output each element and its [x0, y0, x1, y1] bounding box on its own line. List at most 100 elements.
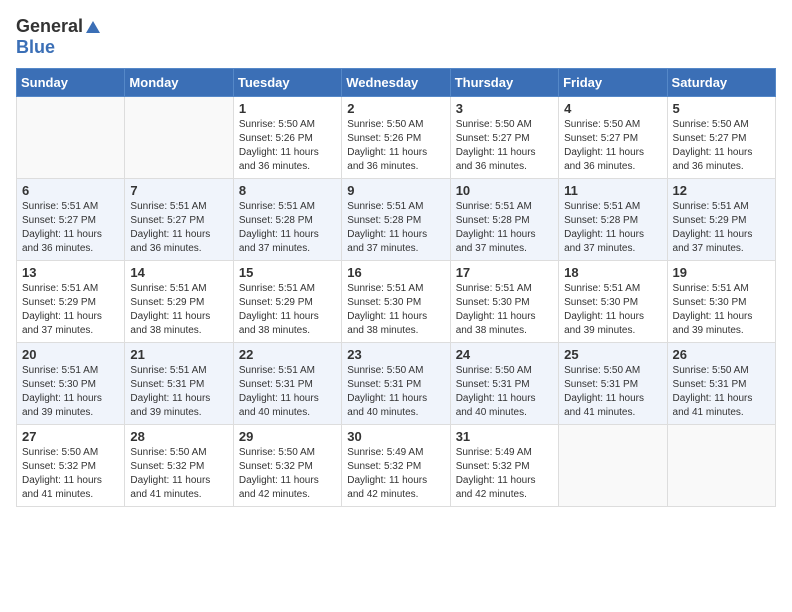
day-detail: Sunrise: 5:51 AMSunset: 5:30 PMDaylight:… [673, 282, 770, 338]
day-cell: 20Sunrise: 5:51 AMSunset: 5:30 PMDayligh… [17, 343, 125, 425]
day-number: 1 [239, 101, 336, 116]
day-cell: 23 Sunrise: 5:50 AMSunset: 5:31 PMDayligh… [342, 343, 450, 425]
day-number: 9 [347, 183, 444, 198]
calendar-table: SundayMondayTuesdayWednesdayThursdayFrid… [16, 68, 776, 507]
day-number: 21 [130, 347, 227, 362]
day-detail: Sunrise: 5:51 AMSunset: 5:29 PMDaylight:… [130, 282, 227, 338]
day-detail: Sunrise: 5:51 AMSunset: 5:30 PMDaylight:… [456, 282, 553, 338]
week-row-2: 6 Sunrise: 5:51 AMSunset: 5:27 PMDaylight… [17, 179, 776, 261]
day-number: 24 [456, 347, 553, 362]
day-number: 19 [673, 265, 770, 280]
weekday-header-row: SundayMondayTuesdayWednesdayThursdayFrid… [17, 69, 776, 97]
day-number: 18 [564, 265, 661, 280]
day-cell: 16 Sunrise: 5:51 AMSunset: 5:30 PMDayligh… [342, 261, 450, 343]
day-number: 17 [456, 265, 553, 280]
day-number: 15 [239, 265, 336, 280]
day-number: 2 [347, 101, 444, 116]
day-detail: Sunrise: 5:51 AMSunset: 5:28 PMDaylight:… [564, 200, 661, 256]
logo: General Blue [16, 16, 103, 58]
day-detail: Sunrise: 5:50 AMSunset: 5:31 PMDaylight:… [564, 364, 661, 420]
day-number: 13 [22, 265, 119, 280]
day-cell [125, 97, 233, 179]
week-row-4: 20Sunrise: 5:51 AMSunset: 5:30 PMDayligh… [17, 343, 776, 425]
day-cell: 5Sunrise: 5:50 AMSunset: 5:27 PMDaylight… [667, 97, 775, 179]
day-cell: 21 Sunrise: 5:51 AMSunset: 5:31 PMDayligh… [125, 343, 233, 425]
day-number: 6 [22, 183, 119, 198]
day-cell: 15 Sunrise: 5:51 AMSunset: 5:29 PMDayligh… [233, 261, 341, 343]
day-cell: 18Sunrise: 5:51 AMSunset: 5:30 PMDayligh… [559, 261, 667, 343]
day-detail: Sunrise: 5:50 AMSunset: 5:31 PMDaylight:… [347, 364, 444, 420]
day-number: 4 [564, 101, 661, 116]
day-number: 27 [22, 429, 119, 444]
day-number: 23 [347, 347, 444, 362]
day-number: 28 [130, 429, 227, 444]
weekday-sunday: Sunday [17, 69, 125, 97]
page-header: General Blue [16, 16, 776, 58]
logo-text: General Blue [16, 16, 103, 58]
day-number: 8 [239, 183, 336, 198]
day-detail: Sunrise: 5:50 AMSunset: 5:27 PMDaylight:… [564, 118, 661, 174]
day-detail: Sunrise: 5:50 AMSunset: 5:32 PMDaylight:… [130, 446, 227, 502]
weekday-tuesday: Tuesday [233, 69, 341, 97]
week-row-1: 1 Sunrise: 5:50 AMSunset: 5:26 PMDaylight… [17, 97, 776, 179]
day-detail: Sunrise: 5:51 AMSunset: 5:27 PMDaylight:… [130, 200, 227, 256]
day-detail: Sunrise: 5:51 AMSunset: 5:28 PMDaylight:… [239, 200, 336, 256]
day-cell: 3Sunrise: 5:50 AMSunset: 5:27 PMDaylight… [450, 97, 558, 179]
day-cell: 12Sunrise: 5:51 AMSunset: 5:29 PMDayligh… [667, 179, 775, 261]
day-number: 30 [347, 429, 444, 444]
day-detail: Sunrise: 5:51 AMSunset: 5:28 PMDaylight:… [347, 200, 444, 256]
day-detail: Sunrise: 5:51 AMSunset: 5:30 PMDaylight:… [347, 282, 444, 338]
day-cell: 25 Sunrise: 5:50 AMSunset: 5:31 PMDayligh… [559, 343, 667, 425]
day-cell: 11 Sunrise: 5:51 AMSunset: 5:28 PMDayligh… [559, 179, 667, 261]
day-cell: 31 Sunrise: 5:49 AMSunset: 5:32 PMDayligh… [450, 425, 558, 507]
day-cell: 1 Sunrise: 5:50 AMSunset: 5:26 PMDaylight… [233, 97, 341, 179]
logo-blue: Blue [16, 37, 55, 57]
day-cell: 6 Sunrise: 5:51 AMSunset: 5:27 PMDaylight… [17, 179, 125, 261]
day-number: 12 [673, 183, 770, 198]
day-detail: Sunrise: 5:49 AMSunset: 5:32 PMDaylight:… [456, 446, 553, 502]
day-cell: 9 Sunrise: 5:51 AMSunset: 5:28 PMDaylight… [342, 179, 450, 261]
day-detail: Sunrise: 5:50 AMSunset: 5:27 PMDaylight:… [673, 118, 770, 174]
day-detail: Sunrise: 5:50 AMSunset: 5:31 PMDaylight:… [456, 364, 553, 420]
day-detail: Sunrise: 5:51 AMSunset: 5:29 PMDaylight:… [22, 282, 119, 338]
day-detail: Sunrise: 5:50 AMSunset: 5:31 PMDaylight:… [673, 364, 770, 420]
day-cell: 26 Sunrise: 5:50 AMSunset: 5:31 PMDayligh… [667, 343, 775, 425]
logo-icon [84, 19, 102, 37]
day-cell: 10Sunrise: 5:51 AMSunset: 5:28 PMDayligh… [450, 179, 558, 261]
day-number: 25 [564, 347, 661, 362]
day-detail: Sunrise: 5:49 AMSunset: 5:32 PMDaylight:… [347, 446, 444, 502]
day-cell: 30 Sunrise: 5:49 AMSunset: 5:32 PMDayligh… [342, 425, 450, 507]
day-detail: Sunrise: 5:50 AMSunset: 5:26 PMDaylight:… [239, 118, 336, 174]
day-detail: Sunrise: 5:51 AMSunset: 5:28 PMDaylight:… [456, 200, 553, 256]
day-cell: 22Sunrise: 5:51 AMSunset: 5:31 PMDayligh… [233, 343, 341, 425]
day-number: 29 [239, 429, 336, 444]
week-row-3: 13 Sunrise: 5:51 AMSunset: 5:29 PMDayligh… [17, 261, 776, 343]
day-cell: 19 Sunrise: 5:51 AMSunset: 5:30 PMDayligh… [667, 261, 775, 343]
day-cell: 8 Sunrise: 5:51 AMSunset: 5:28 PMDaylight… [233, 179, 341, 261]
day-number: 20 [22, 347, 119, 362]
day-number: 26 [673, 347, 770, 362]
weekday-friday: Friday [559, 69, 667, 97]
day-detail: Sunrise: 5:50 AMSunset: 5:27 PMDaylight:… [456, 118, 553, 174]
day-number: 16 [347, 265, 444, 280]
day-cell: 28 Sunrise: 5:50 AMSunset: 5:32 PMDayligh… [125, 425, 233, 507]
day-detail: Sunrise: 5:51 AMSunset: 5:31 PMDaylight:… [130, 364, 227, 420]
day-detail: Sunrise: 5:50 AMSunset: 5:32 PMDaylight:… [22, 446, 119, 502]
day-number: 11 [564, 183, 661, 198]
day-detail: Sunrise: 5:51 AMSunset: 5:27 PMDaylight:… [22, 200, 119, 256]
day-cell: 4 Sunrise: 5:50 AMSunset: 5:27 PMDaylight… [559, 97, 667, 179]
day-cell [667, 425, 775, 507]
day-cell: 7Sunrise: 5:51 AMSunset: 5:27 PMDaylight… [125, 179, 233, 261]
day-detail: Sunrise: 5:50 AMSunset: 5:32 PMDaylight:… [239, 446, 336, 502]
day-cell: 17 Sunrise: 5:51 AMSunset: 5:30 PMDayligh… [450, 261, 558, 343]
logo-general: General [16, 16, 83, 36]
weekday-monday: Monday [125, 69, 233, 97]
day-cell [17, 97, 125, 179]
day-cell: 24 Sunrise: 5:50 AMSunset: 5:31 PMDayligh… [450, 343, 558, 425]
week-row-5: 27 Sunrise: 5:50 AMSunset: 5:32 PMDayligh… [17, 425, 776, 507]
day-number: 31 [456, 429, 553, 444]
day-detail: Sunrise: 5:51 AMSunset: 5:29 PMDaylight:… [239, 282, 336, 338]
day-number: 14 [130, 265, 227, 280]
day-cell: 14 Sunrise: 5:51 AMSunset: 5:29 PMDayligh… [125, 261, 233, 343]
day-cell [559, 425, 667, 507]
